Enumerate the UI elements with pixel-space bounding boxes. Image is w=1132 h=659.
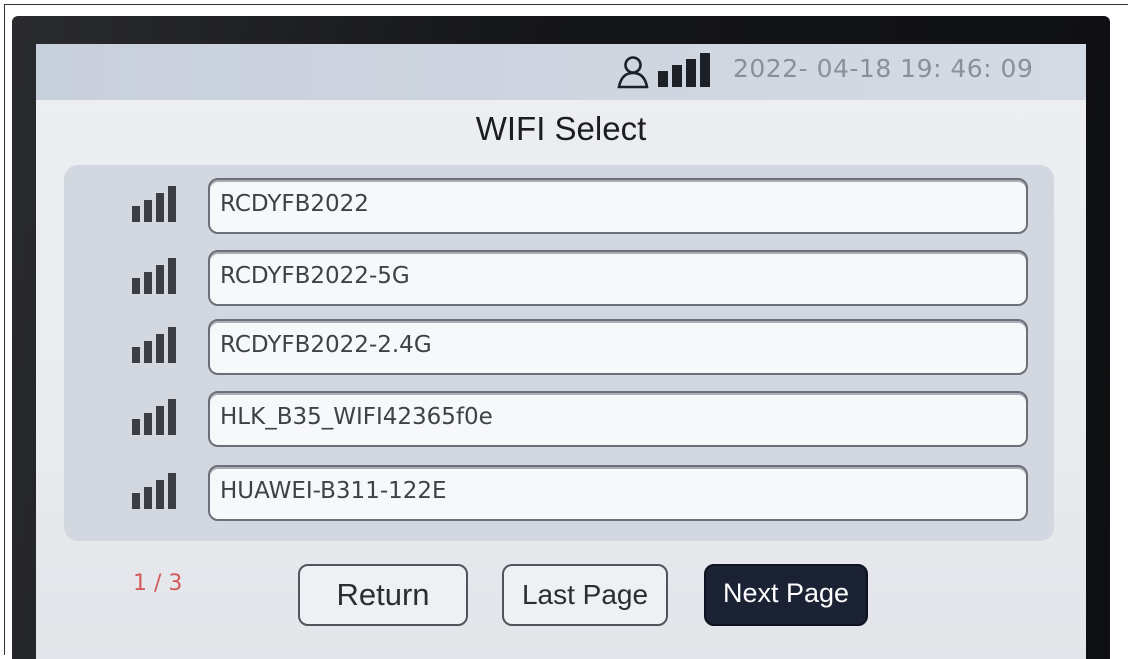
wifi-list-item[interactable]: HLK_B35_WIFI42365f0e — [64, 389, 1054, 449]
wifi-ssid-label: HLK_B35_WIFI42365f0e — [220, 404, 493, 430]
last-page-button-label: Last Page — [521, 579, 649, 610]
return-button-label: Return — [336, 577, 430, 612]
wifi-signal-icon — [132, 258, 176, 294]
page-indicator: 1 / 3 — [133, 571, 183, 596]
next-page-button[interactable]: Next Page — [704, 564, 868, 626]
wifi-list-item[interactable]: RCDYFB2022-2.4G — [64, 317, 1054, 377]
return-button[interactable]: Return — [298, 564, 468, 626]
status-bar: 2022- 04-18 19: 46: 09 — [36, 44, 1086, 100]
photo-frame: 2022- 04-18 19: 46: 09 WIFI Select RCDYF… — [0, 0, 1132, 659]
wifi-ssid-label: RCDYFB2022-5G — [220, 263, 410, 289]
wifi-ssid-label: RCDYFB2022 — [220, 191, 369, 217]
wifi-list-item[interactable]: RCDYFB2022-5G — [64, 248, 1054, 308]
wifi-ssid-button[interactable]: RCDYFB2022 — [208, 178, 1028, 234]
device-screen: 2022- 04-18 19: 46: 09 WIFI Select RCDYF… — [36, 44, 1086, 659]
wifi-list: RCDYFB2022 RCDYFB2022-5G RCDYFB2022-2.4G… — [64, 165, 1054, 541]
next-page-button-label: Next Page — [722, 578, 850, 608]
wifi-list-item[interactable]: RCDYFB2022 — [64, 176, 1054, 236]
wifi-signal-icon — [132, 327, 176, 363]
user-icon — [617, 56, 649, 89]
wifi-signal-icon — [132, 186, 176, 222]
wifi-ssid-label: HUAWEI-B311-122E — [220, 478, 447, 504]
wifi-ssid-button[interactable]: RCDYFB2022-5G — [208, 250, 1028, 306]
wifi-ssid-button[interactable]: RCDYFB2022-2.4G — [208, 319, 1028, 375]
wifi-ssid-button[interactable]: HLK_B35_WIFI42365f0e — [208, 391, 1028, 447]
last-page-button[interactable]: Last Page — [502, 564, 668, 626]
wifi-list-item[interactable]: HUAWEI-B311-122E — [64, 463, 1054, 523]
wifi-ssid-button[interactable]: HUAWEI-B311-122E — [208, 465, 1028, 521]
page-title: WIFI Select — [475, 110, 647, 147]
wifi-ssid-label: RCDYFB2022-2.4G — [220, 332, 432, 358]
wifi-signal-icon — [132, 399, 176, 435]
wifi-signal-icon — [132, 473, 176, 509]
signal-strength-icon — [658, 53, 710, 87]
status-datetime: 2022- 04-18 19: 46: 09 — [733, 54, 1034, 83]
